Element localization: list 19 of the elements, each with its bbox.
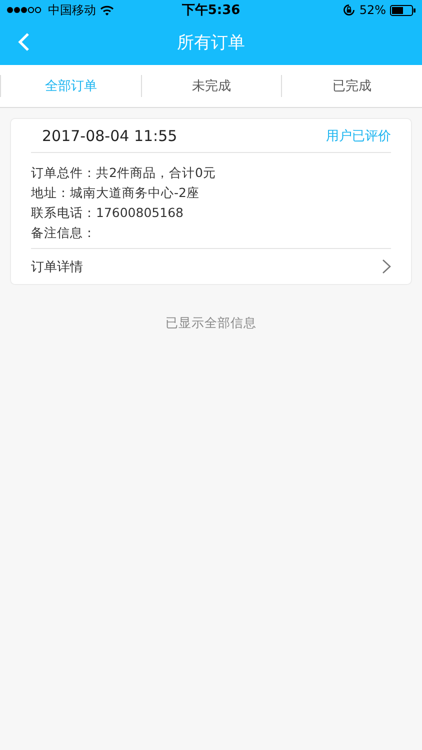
page-title: 所有订单 — [177, 33, 245, 53]
order-details-link[interactable]: 订单详情 — [31, 249, 391, 284]
order-status: 用户已评价 — [326, 128, 391, 144]
clock-time: 下午5:36 — [182, 3, 240, 18]
order-info-text: 订单总件：共2件商品，合计0元 — [31, 164, 217, 182]
order-info-text: 备注信息： — [31, 224, 97, 242]
end-of-list-text: 已显示全部信息 — [166, 315, 256, 330]
rotation-lock-icon — [343, 4, 356, 16]
chevron-right-icon — [382, 259, 391, 274]
tab[interactable]: 未完成 — [186, 75, 237, 97]
order-info-text: 地址：城南大道商务中心-2座 — [31, 184, 200, 202]
carrier-name: 中国移动 — [48, 2, 96, 18]
tab[interactable]: 已完成 — [326, 75, 378, 97]
battery-icon — [390, 4, 416, 16]
order-time: 2017-08-04 11:55 — [42, 126, 178, 144]
signal-icon — [6, 6, 44, 14]
wifi-icon — [100, 4, 114, 16]
battery-percent: 52% — [359, 3, 386, 17]
order-info-text: 联系电话：17600805168 — [31, 204, 184, 222]
